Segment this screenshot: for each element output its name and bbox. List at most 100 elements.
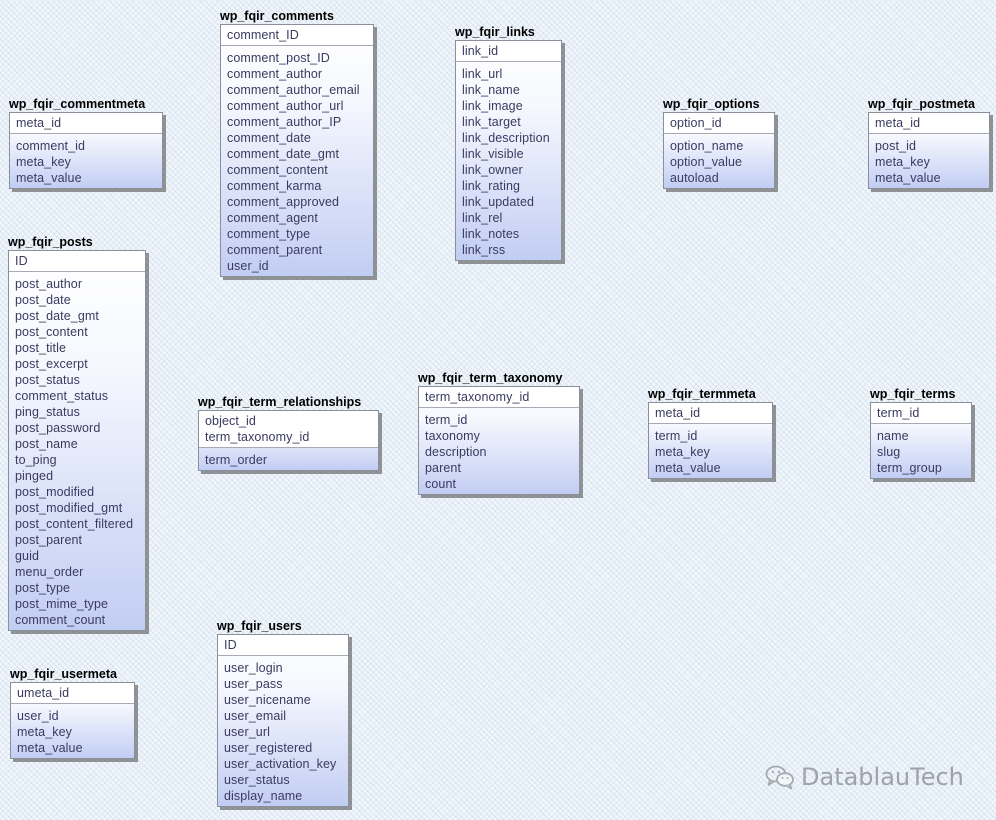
attribute-field: post_content_filtered <box>15 517 134 531</box>
attribute-field: name <box>877 429 909 443</box>
entity-title: wp_fqir_postmeta <box>868 97 975 111</box>
entity-box[interactable]: term_idname slug term_group <box>870 402 972 479</box>
key-field: term_taxonomy_id <box>205 430 310 444</box>
attribute-field: comment_author_url <box>227 99 344 113</box>
attribute-field: term_id <box>425 413 468 427</box>
entity-wp-fqir-posts[interactable]: wp_fqir_posts ID post_author post_date post_… <box>8 234 146 631</box>
attribute-field: display_name <box>224 789 303 803</box>
attribute-field: meta_value <box>655 461 721 475</box>
key-field: option_id <box>670 116 722 130</box>
attribute-field: link_notes <box>462 227 520 241</box>
entity-box[interactable]: link_id link_url link_name link_image link_t… <box>455 40 562 261</box>
primary-key-section: ID <box>9 251 145 272</box>
attribute-section: link_url link_name link_image link_target li… <box>456 62 561 260</box>
attribute-field: post_date <box>15 293 71 307</box>
attribute-field: link_rss <box>462 243 506 257</box>
attribute-field: guid <box>15 549 40 563</box>
attribute-field: meta_key <box>16 155 71 169</box>
attribute-field: term_order <box>205 453 268 467</box>
entity-wp-fqir-options[interactable]: wp_fqir_options option_id option_name optio… <box>663 96 775 189</box>
key-field: comment_ID <box>227 28 299 42</box>
entity-box[interactable]: meta_id term_id meta_key meta_value <box>648 402 773 479</box>
attribute-section: name slug term_group <box>871 424 971 478</box>
attribute-field: meta_value <box>16 171 82 185</box>
entity-box[interactable]: option_id option_name option_value autoload <box>663 112 775 189</box>
primary-key-section: meta_id <box>10 113 162 134</box>
entity-box[interactable]: meta_id post_id meta_key meta_value <box>868 112 990 189</box>
entity-wp-fqir-term-relationships[interactable]: wp_fqir_term_relationships object_id term_… <box>198 394 379 471</box>
entity-title: wp_fqir_options <box>663 97 760 111</box>
attribute-field: post_modified <box>15 485 95 499</box>
primary-key-section: meta_id <box>869 113 989 134</box>
attribute-field: comment_post_ID <box>227 51 330 65</box>
entity-wp-fqir-commentmeta[interactable]: wp_fqir_commentmeta meta_id comment_id meta… <box>9 96 163 189</box>
entity-box[interactable]: ID user_login user_pass user_nicename user_e… <box>217 634 349 807</box>
attribute-field: user_login <box>224 661 283 675</box>
entity-title: wp_fqir_comments <box>220 9 334 23</box>
attribute-field: post_mime_type <box>15 597 109 611</box>
entity-box[interactable]: comment_ID comment_post_ID comment_author c… <box>220 24 374 277</box>
key-field: term_taxonomy_id <box>425 390 530 404</box>
attribute-field: post_modified_gmt <box>15 501 123 515</box>
primary-key-section: object_id term_taxonomy_id <box>199 411 378 448</box>
entity-wp-fqir-termmeta[interactable]: wp_fqir_termmeta meta_id term_id meta_key me… <box>648 386 773 479</box>
attribute-field: post_content <box>15 325 88 339</box>
attribute-section: term_id taxonomy description parent count <box>419 408 579 494</box>
attribute-field: taxonomy <box>425 429 480 443</box>
entity-wp-fqir-users[interactable]: wp_fqir_users ID user_login user_pass user_n… <box>217 618 349 807</box>
attribute-field: post_parent <box>15 533 83 547</box>
attribute-field: comment_date_gmt <box>227 147 340 161</box>
key-field: ID <box>224 638 237 652</box>
attribute-field: count <box>425 477 457 491</box>
entity-wp-fqir-terms[interactable]: wp_fqir_terms term_idname slug term_group <box>870 386 972 479</box>
attribute-field: comment_content <box>227 163 328 177</box>
entity-title: wp_fqir_usermeta <box>10 667 117 681</box>
entity-box[interactable]: object_id term_taxonomy_id term_order <box>198 410 379 471</box>
attribute-field: parent <box>425 461 462 475</box>
attribute-field: meta_value <box>875 171 941 185</box>
attribute-section: user_login user_pass user_nicename user_ema… <box>218 656 348 806</box>
attribute-field: link_image <box>462 99 523 113</box>
primary-key-section: comment_ID <box>221 25 373 46</box>
attribute-field: post_status <box>15 373 81 387</box>
attribute-field: post_id <box>875 139 917 153</box>
entity-wp-fqir-term-taxonomy[interactable]: wp_fqir_term_taxonomy term_taxonomy_id ter… <box>418 370 580 495</box>
attribute-section: comment_id meta_key meta_value <box>10 134 162 188</box>
attribute-field: comment_type <box>227 227 311 241</box>
primary-key-section: meta_id <box>649 403 772 424</box>
attribute-field: description <box>425 445 487 459</box>
attribute-field: post_type <box>15 581 71 595</box>
attribute-field: user_activation_key <box>224 757 337 771</box>
entity-box[interactable]: term_taxonomy_id term_id taxonomy descripti… <box>418 386 580 495</box>
wechat-icon <box>765 765 794 790</box>
attribute-section: user_id meta_key meta_value <box>11 704 134 758</box>
key-field: term_id <box>877 406 920 420</box>
entity-box[interactable]: ID post_author post_date post_date_gmt post_… <box>8 250 146 631</box>
attribute-field: term_id <box>655 429 698 443</box>
attribute-field: comment_date <box>227 131 311 145</box>
entity-wp-fqir-comments[interactable]: wp_fqir_comments comment_ID comment_post_I… <box>220 8 374 277</box>
attribute-field: link_rel <box>462 211 503 225</box>
entity-wp-fqir-links[interactable]: wp_fqir_links link_id link_url link_name lin… <box>455 24 562 261</box>
entity-title: wp_fqir_terms <box>870 387 956 401</box>
attribute-field: term_group <box>877 461 942 475</box>
entity-box[interactable]: meta_id comment_id meta_key meta_value <box>9 112 163 189</box>
attribute-section: option_name option_value autoload <box>664 134 774 188</box>
attribute-field: user_url <box>224 725 270 739</box>
attribute-field: link_owner <box>462 163 523 177</box>
attribute-field: comment_count <box>15 613 106 627</box>
attribute-field: autoload <box>670 171 719 185</box>
attribute-section: term_id meta_key meta_value <box>649 424 772 478</box>
attribute-field: link_updated <box>462 195 535 209</box>
key-field: meta_id <box>655 406 701 420</box>
entity-wp-fqir-postmeta[interactable]: wp_fqir_postmeta meta_id post_id meta_key me… <box>868 96 990 189</box>
attribute-field: slug <box>877 445 901 459</box>
attribute-field: meta_value <box>17 741 83 755</box>
attribute-field: comment_agent <box>227 211 318 225</box>
entity-wp-fqir-usermeta[interactable]: wp_fqir_usermeta umeta_id user_id meta_key m… <box>10 666 135 759</box>
attribute-field: link_description <box>462 131 550 145</box>
watermark: DatablauTech <box>765 763 964 791</box>
attribute-field: link_visible <box>462 147 524 161</box>
entity-box[interactable]: umeta_id user_id meta_key meta_value <box>10 682 135 759</box>
attribute-field: user_email <box>224 709 287 723</box>
